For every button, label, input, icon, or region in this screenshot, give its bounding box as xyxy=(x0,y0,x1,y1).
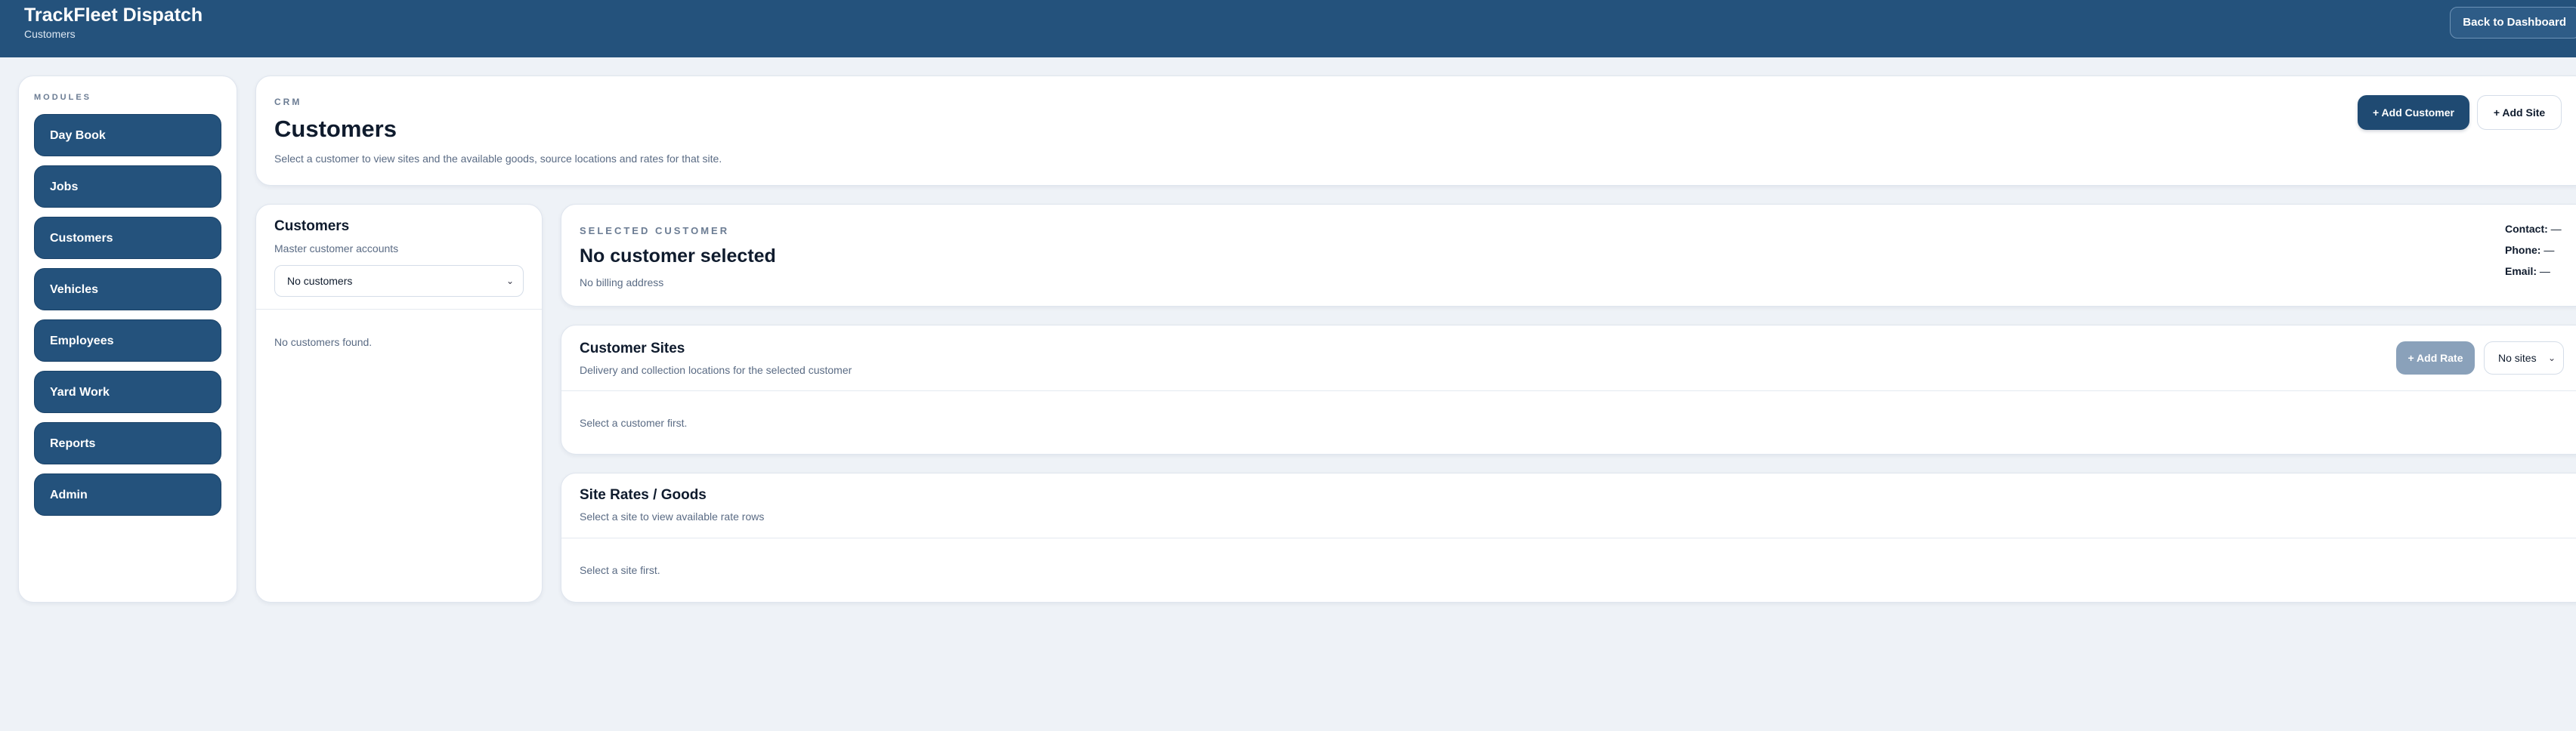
sidebar-item-jobs[interactable]: Jobs xyxy=(34,165,221,208)
page-title: Customers xyxy=(274,116,397,142)
chevron-down-icon: ⌄ xyxy=(506,276,514,286)
sidebar-item-vehicles[interactable]: Vehicles xyxy=(34,268,221,310)
sidebar: MODULES Day Book Jobs Customers Vehicles… xyxy=(18,76,237,603)
selected-customer-eyebrow: SELECTED CUSTOMER xyxy=(580,225,730,236)
site-rates-title: Site Rates / Goods xyxy=(580,487,707,503)
rates-empty-message: Select a site first. xyxy=(580,564,660,576)
add-site-button[interactable]: + Add Site xyxy=(2477,95,2562,130)
divider xyxy=(256,309,542,310)
sidebar-item-admin[interactable]: Admin xyxy=(34,473,221,516)
site-select[interactable]: No sites ⌄ xyxy=(2484,341,2564,375)
top-bar: TrackFleet Dispatch Customers Back to Da… xyxy=(0,0,2576,57)
back-to-dashboard-button[interactable]: Back to Dashboard xyxy=(2450,7,2576,39)
page-description: Select a customer to view sites and the … xyxy=(274,153,722,165)
sidebar-item-day-book[interactable]: Day Book xyxy=(34,114,221,156)
crm-eyebrow: CRM xyxy=(274,97,302,107)
divider xyxy=(561,390,2576,391)
contact-label: Contact: xyxy=(2505,223,2548,235)
customers-panel-title: Customers xyxy=(274,218,350,234)
phone-label: Phone: xyxy=(2505,244,2541,256)
email-value: — xyxy=(2539,265,2550,277)
page-header: CRM Customers Select a customer to view … xyxy=(255,76,2576,186)
customers-empty-message: No customers found. xyxy=(274,336,373,348)
add-rate-button[interactable]: + Add Rate xyxy=(2396,341,2475,375)
email-info: Email: — xyxy=(2505,265,2550,277)
sidebar-item-customers[interactable]: Customers xyxy=(34,217,221,259)
site-rates-subtitle: Select a site to view available rate row… xyxy=(580,510,765,523)
customer-sites-title: Customer Sites xyxy=(580,341,685,356)
site-select-value: No sites xyxy=(2498,352,2537,364)
selected-customer-panel: SELECTED CUSTOMER No customer selected N… xyxy=(561,204,2576,307)
phone-info: Phone: — xyxy=(2505,244,2554,256)
sites-empty-message: Select a customer first. xyxy=(580,417,688,429)
chevron-down-icon: ⌄ xyxy=(2547,353,2556,363)
phone-value: — xyxy=(2544,244,2555,256)
customer-select-value: No customers xyxy=(287,275,353,287)
site-rates-panel: Site Rates / Goods Select a site to view… xyxy=(561,473,2576,603)
sidebar-item-reports[interactable]: Reports xyxy=(34,422,221,464)
contact-info: Contact: — xyxy=(2505,223,2562,235)
modules-label: MODULES xyxy=(34,93,91,102)
contact-value: — xyxy=(2550,223,2562,235)
sidebar-item-employees[interactable]: Employees xyxy=(34,319,221,362)
customers-panel: Customers Master customer accounts No cu… xyxy=(255,204,543,603)
customer-sites-subtitle: Delivery and collection locations for th… xyxy=(580,364,852,376)
email-label: Email: xyxy=(2505,265,2537,277)
billing-address: No billing address xyxy=(580,276,664,288)
add-customer-button[interactable]: + Add Customer xyxy=(2358,95,2469,130)
app-title: TrackFleet Dispatch xyxy=(24,5,203,26)
app-subtitle: Customers xyxy=(24,28,76,40)
sidebar-item-yard-work[interactable]: Yard Work xyxy=(34,371,221,413)
customer-sites-panel: Customer Sites Delivery and collection l… xyxy=(561,325,2576,455)
customer-select[interactable]: No customers ⌄ xyxy=(274,265,524,297)
customers-panel-subtitle: Master customer accounts xyxy=(274,242,399,254)
selected-customer-name: No customer selected xyxy=(580,245,776,267)
